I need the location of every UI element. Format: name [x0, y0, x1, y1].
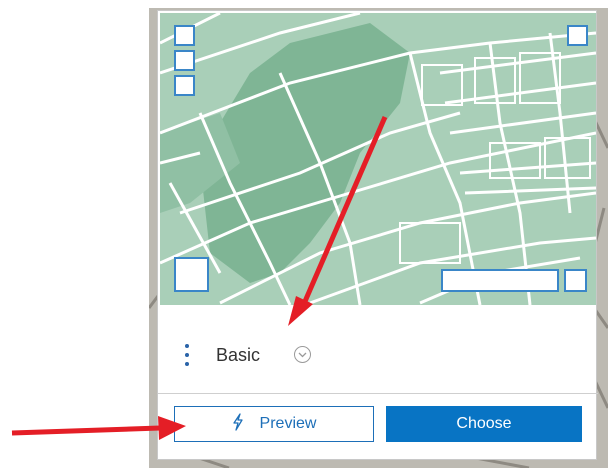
kebab-menu-icon[interactable] [185, 344, 189, 366]
chevron-circle-icon[interactable] [294, 346, 311, 363]
thumbnail-corner-box-1 [174, 25, 195, 46]
thumbnail-corner-box-bottom-right [564, 269, 587, 292]
preview-button-label: Preview [259, 415, 317, 432]
map-thumbnail [160, 13, 596, 305]
basemap-name-label: Basic [216, 345, 261, 365]
preview-button[interactable]: Preview [174, 406, 374, 442]
basemap-card[interactable]: Basic Preview Choose [157, 10, 598, 460]
thumbnail-corner-box-3 [174, 75, 195, 96]
basemap-name-row: Basic [158, 341, 598, 371]
choose-button-label: Choose [456, 415, 512, 432]
map-thumbnail-drawing [160, 13, 596, 305]
choose-button[interactable]: Choose [386, 406, 582, 442]
thumbnail-corner-box-top-right [567, 25, 588, 46]
thumbnail-corner-box-bottom-left [174, 257, 209, 292]
thumbnail-scale-bar [441, 269, 559, 292]
thumbnail-corner-box-2 [174, 50, 195, 71]
lightning-bolt-icon [232, 412, 244, 436]
card-divider [158, 393, 598, 394]
